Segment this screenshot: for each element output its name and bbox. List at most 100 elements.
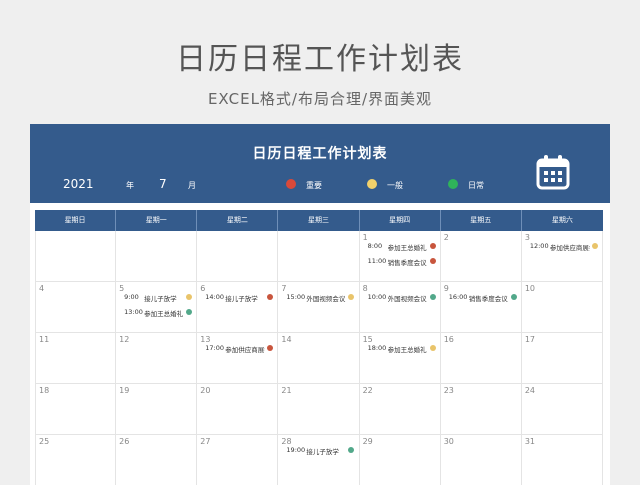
event-name: 外国视频会议 <box>306 295 346 303</box>
day-cell[interactable] <box>197 231 279 281</box>
event-time: 8:00 <box>367 242 383 250</box>
legend-label-important: 重要 <box>306 181 322 190</box>
event-time: 12:00 <box>529 242 549 250</box>
calendar-event[interactable]: 12:00参加供应商展会 <box>530 242 598 252</box>
event-name: 销售季度会议 <box>468 295 508 303</box>
day-cell[interactable]: 1317:00参加供应商展会 <box>197 333 279 383</box>
month-value[interactable]: 7 <box>159 177 167 191</box>
day-cell[interactable] <box>278 231 360 281</box>
calendar-event[interactable]: 11:00销售季度会议 <box>368 257 436 267</box>
day-number: 1 <box>362 233 368 242</box>
day-number: 7 <box>281 284 287 293</box>
year-value[interactable]: 2021 <box>63 177 94 191</box>
day-cell[interactable]: 14 <box>278 333 360 383</box>
day-cell[interactable]: 28 19:00接儿子放学 <box>278 435 360 485</box>
week-row: 11121317:00参加供应商展会141518:00参加王总婚礼1617 <box>35 333 603 384</box>
legend-label-normal: 一般 <box>387 181 403 190</box>
day-cell[interactable] <box>116 231 198 281</box>
day-number: 27 <box>200 437 211 446</box>
day-cell[interactable]: 18 <box>35 384 117 434</box>
day-number: 31 <box>524 437 536 446</box>
calendar-event[interactable]: 16:00销售季度会议 <box>449 293 517 303</box>
day-cell[interactable]: 4 <box>35 282 117 332</box>
day-cell[interactable]: 19 <box>116 384 198 434</box>
event-time: 11:00 <box>367 257 387 265</box>
day-cell[interactable]: 22 <box>360 384 441 434</box>
page-subtitle: EXCEL格式/布局合理/界面美观 <box>207 90 433 108</box>
legend-dot-important <box>286 179 296 189</box>
day-cell[interactable]: 7 15:00外国视频会议 <box>278 282 360 332</box>
day-cell[interactable]: 21 <box>278 384 360 434</box>
day-cell[interactable]: 12 <box>116 333 198 383</box>
day-cell[interactable]: 30 <box>441 435 522 485</box>
day-number: 28 <box>281 437 292 446</box>
event-time: 16:00 <box>448 293 468 301</box>
calendar-event[interactable]: 9:00 接儿子放学 <box>124 293 193 303</box>
calendar-event[interactable]: 18:00参加王总婚礼 <box>368 344 436 354</box>
day-cell[interactable]: 15 18:00参加王总婚礼 <box>360 333 441 383</box>
day-cell[interactable]: 26 <box>116 435 198 485</box>
calendar-event[interactable]: 15:00外国视频会议 <box>286 293 355 303</box>
day-cell[interactable]: 1 8:00 参加王总婚礼 11:00销售季度会议 <box>360 231 441 281</box>
day-cell[interactable]: 9 16:00销售季度会议 <box>441 282 522 332</box>
calendar-card: 日历日程工作计划表 2021 年 7 月 重要 一般 日常 星期日 星期一 星期二星… <box>30 124 610 485</box>
event-time: 10:00 <box>367 293 387 301</box>
day-number: 14 <box>281 335 292 344</box>
day-cell[interactable]: 16 <box>441 333 522 383</box>
event-priority-dot <box>429 345 436 351</box>
day-number: 29 <box>362 437 373 446</box>
day-cell[interactable]: 6 14:00接儿子放学 <box>197 282 279 332</box>
day-number: 13 <box>200 335 211 344</box>
day-cell[interactable]: 2 <box>441 231 522 281</box>
day-number: 24 <box>524 386 536 395</box>
day-cell[interactable]: 20 <box>197 384 279 434</box>
event-priority-dot <box>429 294 436 300</box>
day-number: 30 <box>443 437 454 446</box>
calendar-event[interactable]: 19:00接儿子放学 <box>286 446 355 456</box>
event-time: 18:00 <box>367 344 387 352</box>
calendar-weeks: 18:00参加王总婚礼11:00销售季度会议2312:00参加供应商展会459:… <box>35 231 603 485</box>
day-number: 23 <box>443 386 454 395</box>
event-name: 参加供应商展会 <box>549 244 590 252</box>
day-number: 20 <box>200 386 211 395</box>
week-row: 25 26 27 28 19:00接儿子放学 29 30 31 <box>35 435 603 485</box>
event-time: 19:00 <box>286 446 306 454</box>
legend-dot-daily <box>448 179 458 189</box>
event-priority-dot <box>348 447 355 453</box>
day-cell[interactable]: 27 <box>197 435 279 485</box>
day-cell[interactable]: 23 <box>441 384 522 434</box>
calendar-event[interactable]: 13:00参加王总婚礼 <box>124 308 193 318</box>
day-cell[interactable] <box>35 231 117 281</box>
calendar-event[interactable]: 14:00接儿子放学 <box>205 293 274 303</box>
page-title: 日历日程工作计划表 <box>176 42 464 77</box>
calendar-event[interactable]: 8:00 参加王总婚礼 <box>368 242 436 252</box>
day-cell[interactable]: 5 9:00 接儿子放学 13:00参加王总婚礼 <box>116 282 198 332</box>
event-name: 接儿子放学 <box>306 448 339 456</box>
day-number: 6 <box>200 284 206 293</box>
day-cell[interactable]: 29 <box>360 435 441 485</box>
week-row: 18 19 20 21 22 23 24 <box>35 384 603 435</box>
event-time: 17:00 <box>205 344 225 352</box>
day-cell[interactable]: 11 <box>35 333 117 383</box>
event-name: 外国视频会议 <box>387 295 427 303</box>
calendar-event[interactable]: 17:00参加供应商展会 <box>205 344 274 354</box>
day-cell[interactable]: 24 <box>522 384 603 434</box>
event-time: 13:00 <box>124 308 143 316</box>
calendar-event[interactable]: 10:00外国视频会议 <box>368 293 436 303</box>
event-name: 参加供应商展会 <box>225 346 265 354</box>
day-cell[interactable]: 8 10:00外国视频会议 <box>360 282 441 332</box>
day-number: 8 <box>362 284 368 293</box>
day-cell[interactable]: 31 <box>522 435 603 485</box>
weekday-header-4: 星期四 <box>360 210 441 231</box>
day-cell[interactable]: 25 <box>35 435 117 485</box>
weekday-header-3: 星期三 <box>278 210 360 231</box>
day-cell[interactable]: 17 <box>522 333 603 383</box>
event-name: 参加王总婚礼 <box>144 310 184 318</box>
event-priority-dot <box>510 294 517 300</box>
day-number: 22 <box>362 386 373 395</box>
day-number: 15 <box>362 335 373 344</box>
week-row: 18:00参加王总婚礼 11:00销售季度会议 2312:00参加供应商展会 <box>35 231 603 282</box>
day-cell[interactable]: 10 <box>522 282 603 332</box>
day-cell[interactable]: 312:00参加供应商展会 <box>522 231 603 281</box>
event-name: 接儿子放学 <box>144 295 177 303</box>
